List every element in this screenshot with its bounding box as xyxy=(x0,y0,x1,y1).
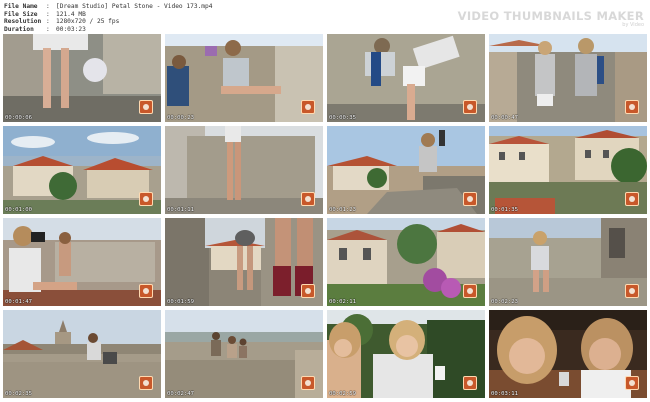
thumbnail-timestamp: 00:02:59 xyxy=(329,391,356,397)
video-thumbnail: 00:03:11 xyxy=(489,310,647,398)
studio-logo-icon xyxy=(301,192,315,206)
thumbnail-timestamp: 00:01:59 xyxy=(167,299,194,305)
studio-logo-icon xyxy=(625,100,639,114)
thumbnail-timestamp: 00:01:35 xyxy=(491,207,518,213)
thumbnail-frame-image xyxy=(165,126,323,214)
thumbnail-timestamp: 00:01:11 xyxy=(167,207,194,213)
duration-row: Duration:00:03:23 xyxy=(4,26,212,34)
thumbnail-frame-image xyxy=(3,310,161,398)
studio-logo-icon xyxy=(463,192,477,206)
video-thumbnail: 00:01:11 xyxy=(165,126,323,214)
studio-logo-icon xyxy=(301,284,315,298)
resolution-row: Resolution:1280x720 / 25 fps xyxy=(4,18,212,26)
video-thumbnail: 00:01:23 xyxy=(327,126,485,214)
studio-logo-icon xyxy=(463,376,477,390)
studio-logo-icon xyxy=(625,192,639,206)
video-thumbnail: 00:00:06 xyxy=(3,34,161,122)
thumbnail-timestamp: 00:02:47 xyxy=(167,391,194,397)
file-info-panel: File Name: [Dream Studio] Petal Stone - V… xyxy=(4,3,212,33)
thumbnail-frame-image xyxy=(165,218,323,306)
thumbnail-frame-image xyxy=(165,310,323,398)
thumbnail-frame-image xyxy=(489,34,647,122)
thumbnail-timestamp: 00:00:23 xyxy=(167,115,194,121)
video-thumbnail: 00:02:23 xyxy=(489,218,647,306)
file-name-label: File Name xyxy=(4,3,38,10)
video-thumbnail: 00:00:47 xyxy=(489,34,647,122)
thumbnail-timestamp: 00:00:35 xyxy=(329,115,356,121)
studio-logo-icon xyxy=(625,284,639,298)
duration-value: 00:03:23 xyxy=(56,25,86,33)
studio-logo-icon xyxy=(139,284,153,298)
thumbnail-frame-image xyxy=(3,126,161,214)
thumbnail-timestamp: 00:03:11 xyxy=(491,391,518,397)
thumbnail-frame-image xyxy=(327,34,485,122)
thumbnail-frame-image xyxy=(327,126,485,214)
studio-logo-icon xyxy=(139,192,153,206)
thumbnail-frame-image xyxy=(489,310,647,398)
resolution-label: Resolution xyxy=(4,18,42,26)
separator: : xyxy=(46,3,50,10)
thumbnail-timestamp: 00:01:47 xyxy=(5,299,32,305)
watermark-title: VIDEO THUMBNAILS MAKER xyxy=(457,9,644,23)
thumbnail-timestamp: 00:00:47 xyxy=(491,115,518,121)
thumbnail-timestamp: 00:02:11 xyxy=(329,299,356,305)
thumbnail-timestamp: 00:01:23 xyxy=(329,207,356,213)
watermark: VIDEO THUMBNAILS MAKER by Video xyxy=(458,9,644,28)
file-size-value: 121.4 MB xyxy=(56,10,86,18)
video-thumbnail: 00:01:47 xyxy=(3,218,161,306)
video-thumbnail: 00:02:59 xyxy=(327,310,485,398)
video-thumbnail: 00:01:35 xyxy=(489,126,647,214)
video-thumbnail: 00:00:23 xyxy=(165,34,323,122)
video-thumbnail: 00:02:47 xyxy=(165,310,323,398)
separator: : xyxy=(46,18,50,26)
thumbnail-frame-image xyxy=(3,218,161,306)
thumbnail-frame-image xyxy=(165,34,323,122)
thumbnail-timestamp: 00:01:00 xyxy=(5,207,32,213)
studio-logo-icon xyxy=(463,284,477,298)
thumbnail-frame-image xyxy=(3,34,161,122)
thumbnail-frame-image xyxy=(327,310,485,398)
thumbnail-timestamp: 00:02:35 xyxy=(5,391,32,397)
studio-logo-icon xyxy=(625,376,639,390)
studio-logo-icon xyxy=(139,376,153,390)
thumbnail-grid: 00:00:06 00:00:23 00:00:35 00:00:47 00:01:00… xyxy=(3,34,647,400)
studio-logo-icon xyxy=(139,100,153,114)
studio-logo-icon xyxy=(301,100,315,114)
thumbnail-frame-image xyxy=(489,126,647,214)
thumbnail-frame-image xyxy=(327,218,485,306)
separator: : xyxy=(46,25,50,33)
video-thumbnail: 00:02:11 xyxy=(327,218,485,306)
file-name-value: [Dream Studio] Petal Stone - Video 173.m… xyxy=(56,3,213,10)
video-thumbnail: 00:01:00 xyxy=(3,126,161,214)
separator: : xyxy=(46,10,50,18)
studio-logo-icon xyxy=(301,376,315,390)
video-thumbnail: 00:02:35 xyxy=(3,310,161,398)
video-thumbnail: 00:00:35 xyxy=(327,34,485,122)
video-thumbnail: 00:01:59 xyxy=(165,218,323,306)
studio-logo-icon xyxy=(463,100,477,114)
thumbnail-frame-image xyxy=(489,218,647,306)
file-name-row: File Name: [Dream Studio] Petal Stone - V… xyxy=(4,3,212,11)
thumbnail-timestamp: 00:02:23 xyxy=(491,299,518,305)
duration-label: Duration xyxy=(4,25,34,33)
thumbnail-timestamp: 00:00:06 xyxy=(5,115,32,121)
resolution-value: 1280x720 / 25 fps xyxy=(56,18,120,26)
